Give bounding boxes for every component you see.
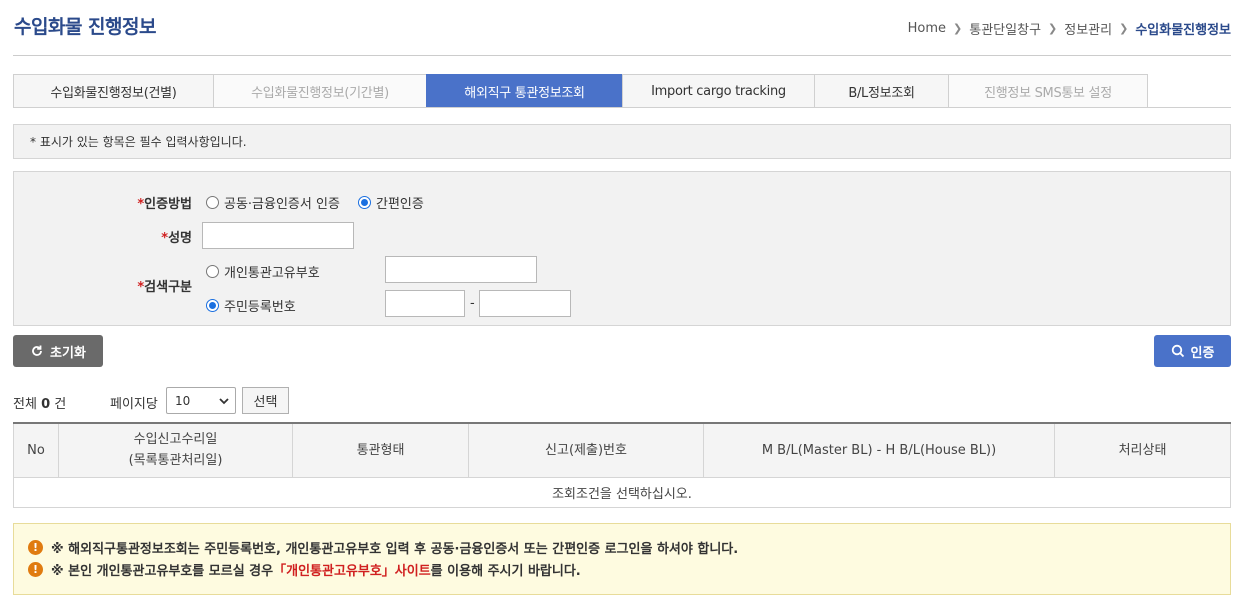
reset-button-label: 초기화 — [50, 344, 86, 360]
column-header-no: No — [13, 422, 59, 478]
table-header-row: No 수입신고수리일 (목록통관처리일) 통관형태 신고(제출)번호 M B/L(… — [13, 422, 1231, 478]
column-header-bl: M B/L(Master BL) - H B/L(House BL)) — [703, 422, 1055, 478]
tab-import-cargo-by-item[interactable]: 수입화물진행정보(건별) — [13, 74, 213, 108]
exclamation-icon: ! — [28, 540, 43, 555]
table-row: 조회조건을 선택하십시오. — [13, 476, 1231, 508]
column-header-accept-date: 수입신고수리일 (목록통관처리일) — [58, 422, 293, 478]
title-divider — [13, 55, 1231, 56]
search-form: *인증방법 공동·금융인증서 인증 간편인증 *성명 *검색구분 개인통관고유부… — [13, 171, 1231, 326]
select-button[interactable]: 선택 — [242, 387, 289, 414]
resident-number-dash: - — [470, 296, 475, 311]
name-label: *성명 — [161, 231, 192, 246]
chevron-right-icon: ❯ — [1119, 22, 1129, 35]
resident-number-label: 주민등록번호 — [224, 300, 296, 315]
auth-button[interactable]: 인증 — [1154, 335, 1231, 367]
tab-bar: 수입화물진행정보(건별) 수입화물진행정보(기간별) 해외직구 통관정보조회 I… — [13, 74, 1148, 108]
customs-code-site-link[interactable]: 「개인통관고유부호」사이트 — [273, 560, 431, 579]
tab-import-cargo-by-period[interactable]: 수입화물진행정보(기간별) — [213, 74, 426, 108]
tab-divider — [13, 107, 1231, 108]
auth-method-label: *인증방법 — [137, 197, 192, 212]
chevron-right-icon: ❯ — [953, 22, 963, 35]
empty-message: 조회조건을 선택하십시오. — [13, 476, 1231, 508]
radio-unchecked[interactable] — [206, 196, 219, 209]
tab-sms-notification[interactable]: 진행정보 SMS통보 설정 — [948, 74, 1148, 108]
alert-text: ※ 본인 개인통관고유부호를 모르실 경우 — [51, 564, 274, 579]
alert-line: ! ※ 해외직구통관정보조회는 주민등록번호, 개인통관고유부호 입력 후 공동… — [28, 538, 738, 557]
reset-button[interactable]: 초기화 — [13, 335, 103, 367]
exclamation-icon: ! — [28, 562, 43, 577]
column-header-clearance-type: 통관형태 — [292, 422, 469, 478]
resident-number-radio[interactable]: 주민등록번호 — [206, 296, 296, 315]
breadcrumb-item[interactable]: 통관단일창구 — [969, 19, 1041, 38]
auth-cert-radio[interactable]: 공동·금융인증서 인증 — [206, 193, 340, 212]
column-header-declaration-number: 신고(제출)번호 — [468, 422, 704, 478]
alert-line: ! ※ 본인 개인통관고유부호를 모르실 경우 「개인통관고유부호」사이트 를 … — [28, 560, 581, 579]
chevron-right-icon: ❯ — [1048, 22, 1058, 35]
customs-code-radio[interactable]: 개인통관고유부호 — [206, 262, 320, 281]
breadcrumb-current: 수입화물진행정보 — [1135, 23, 1231, 38]
alert-text: ※ 해외직구통관정보조회는 주민등록번호, 개인통관고유부호 입력 후 공동·금… — [51, 542, 739, 557]
resident-number-front-input[interactable] — [385, 290, 465, 317]
total-count-value: 0 — [41, 397, 51, 412]
refresh-icon — [32, 345, 42, 356]
breadcrumb: Home ❯ 통관단일창구 ❯ 정보관리 ❯ 수입화물진행정보 — [908, 19, 1231, 38]
auth-simple-radio[interactable]: 간편인증 — [358, 193, 424, 212]
required-notice: * 표시가 있는 항목은 필수 입력사항입니다. — [13, 124, 1231, 159]
auth-simple-label: 간편인증 — [376, 197, 424, 212]
tab-import-cargo-tracking[interactable]: Import cargo tracking — [622, 74, 814, 108]
radio-unchecked[interactable] — [206, 265, 219, 278]
chevron-down-icon — [219, 398, 229, 405]
total-count: 전체 0 건 — [13, 397, 67, 412]
auth-button-label: 인증 — [1190, 344, 1215, 360]
resident-number-back-input[interactable] — [479, 290, 571, 317]
auth-cert-label: 공동·금융인증서 인증 — [224, 197, 340, 212]
tab-overseas-direct-purchase[interactable]: 해외직구 통관정보조회 — [426, 74, 622, 108]
name-input[interactable] — [202, 222, 354, 249]
per-page-label: 페이지당 — [110, 397, 158, 412]
info-alert: ! ※ 해외직구통관정보조회는 주민등록번호, 개인통관고유부호 입력 후 공동… — [13, 523, 1231, 595]
per-page-value: 10 — [175, 393, 191, 408]
results-table: No 수입신고수리일 (목록통관처리일) 통관형태 신고(제출)번호 M B/L(… — [13, 422, 1231, 508]
customs-code-label: 개인통관고유부호 — [224, 266, 320, 281]
breadcrumb-item[interactable]: 정보관리 — [1064, 19, 1112, 38]
radio-checked[interactable] — [358, 196, 371, 209]
search-icon — [1171, 344, 1184, 358]
radio-checked[interactable] — [206, 299, 219, 312]
customs-code-input[interactable] — [385, 256, 537, 283]
alert-text: 를 이용해 주시기 바랍니다. — [430, 564, 581, 579]
tab-bl-info[interactable]: B/L정보조회 — [814, 74, 948, 108]
breadcrumb-home[interactable]: Home — [908, 21, 946, 36]
per-page-select[interactable]: 10 — [166, 387, 236, 414]
column-header-status: 처리상태 — [1054, 422, 1231, 478]
search-type-label: *검색구분 — [137, 280, 192, 295]
page-title: 수입화물 진행정보 — [14, 16, 156, 38]
